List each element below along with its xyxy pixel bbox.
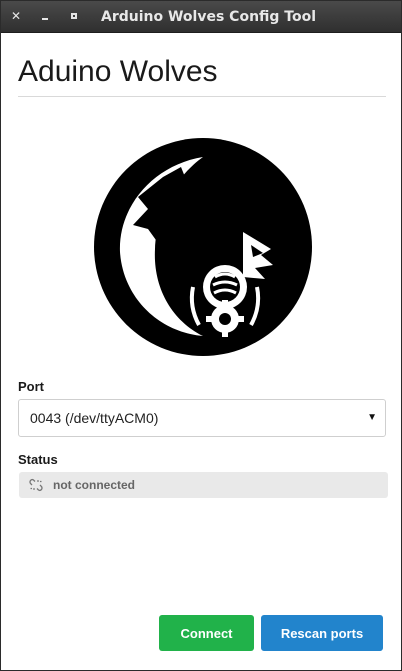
window-title: Arduino Wolves Config Tool: [101, 9, 317, 25]
maximize-window-button[interactable]: [67, 9, 81, 23]
chevron-down-icon: ▼: [367, 412, 377, 423]
rescan-ports-button[interactable]: Rescan ports: [261, 615, 383, 651]
connect-button[interactable]: Connect: [159, 615, 254, 651]
main-content: Aduino Wolves Port 0043 (/dev/ttyACM0) ▼…: [1, 33, 401, 670]
status-text: not connected: [53, 478, 136, 492]
port-selected-value: 0043 (/dev/ttyACM0): [30, 410, 159, 426]
title-divider: [18, 96, 386, 97]
page-title: Aduino Wolves: [18, 55, 218, 88]
status-label: Status: [18, 452, 58, 467]
minimize-window-button[interactable]: [38, 9, 52, 23]
port-label: Port: [18, 379, 44, 394]
port-select[interactable]: 0043 (/dev/ttyACM0) ▼: [18, 399, 386, 437]
status-indicator: not connected: [19, 472, 388, 498]
app-window: ✕ Arduino Wolves Config Tool Aduino Wolv…: [0, 0, 402, 671]
close-window-button[interactable]: ✕: [9, 9, 23, 23]
wolf-logo-icon: [94, 138, 312, 356]
unlinked-icon: [29, 478, 43, 492]
title-bar: ✕ Arduino Wolves Config Tool: [1, 1, 401, 33]
